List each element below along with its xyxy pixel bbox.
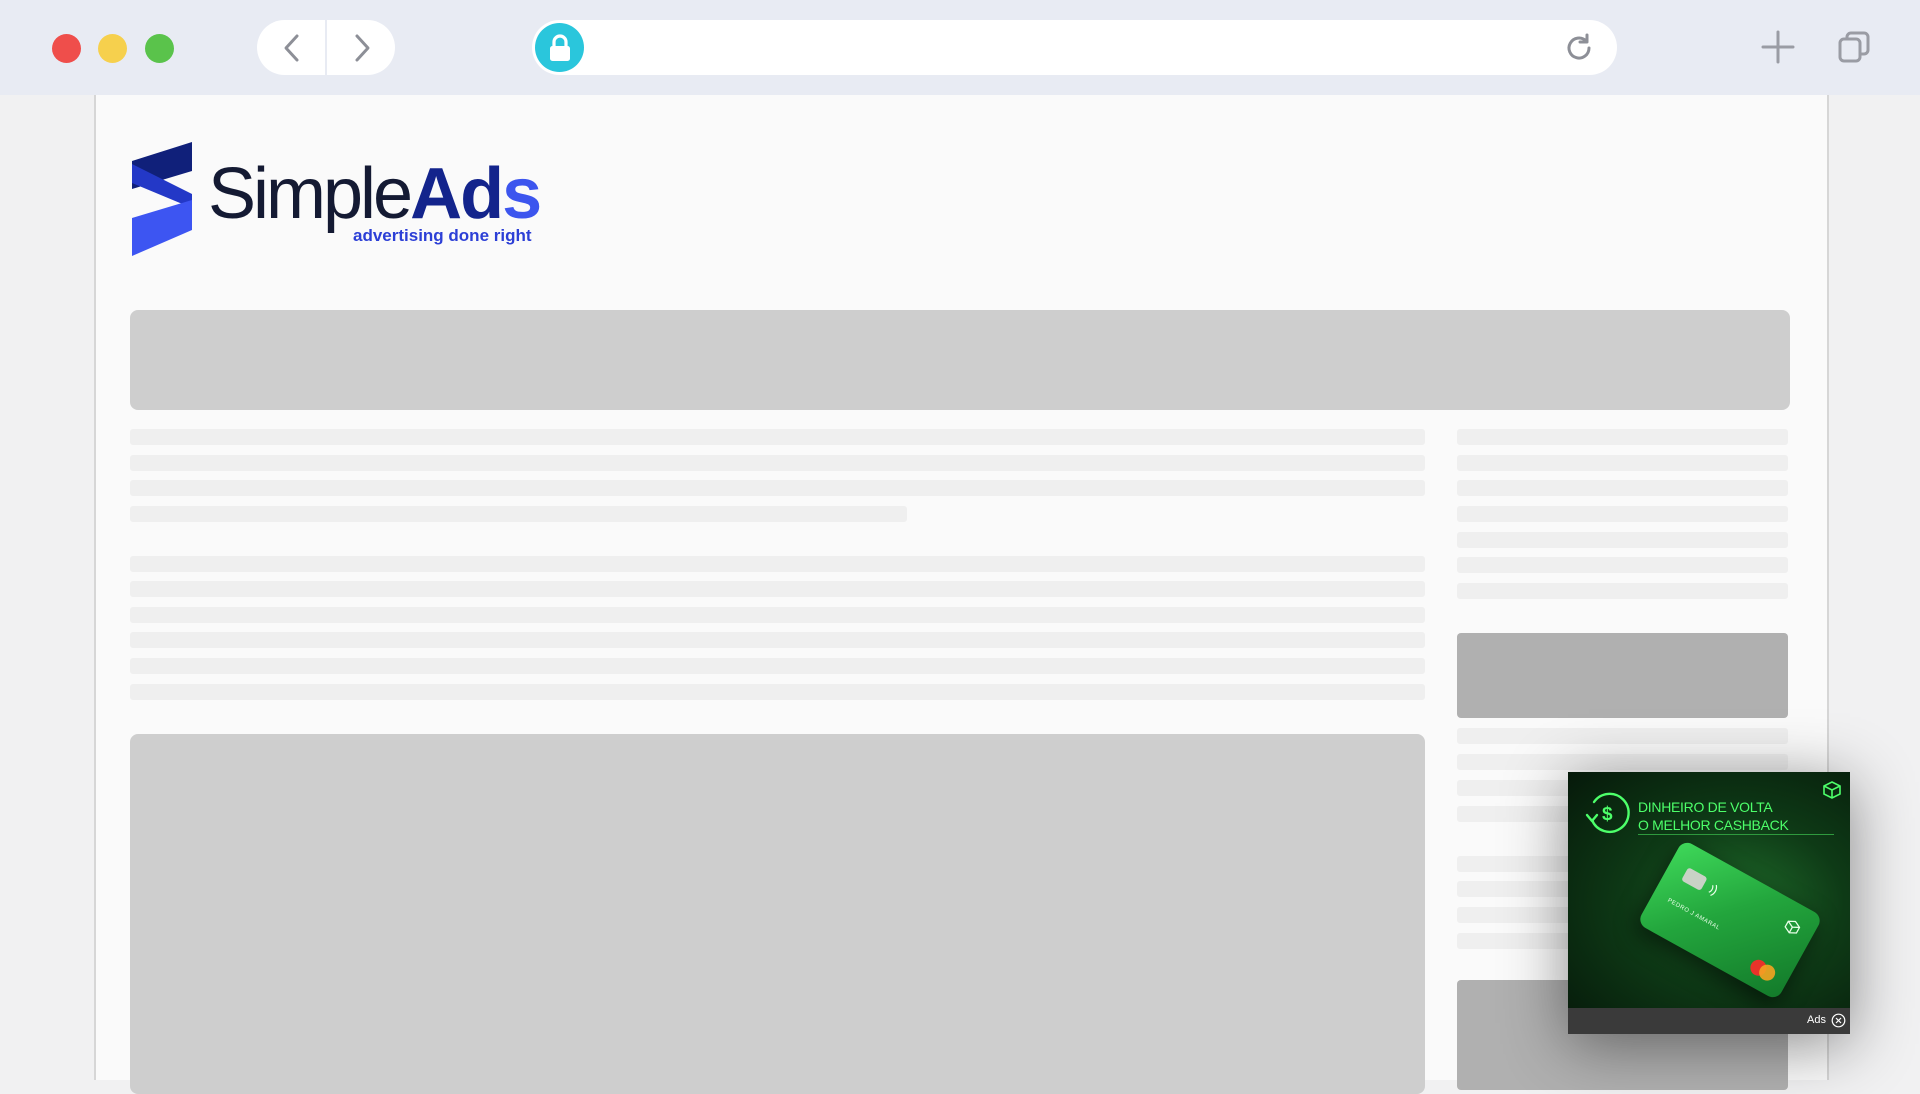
sidebar-placeholder-line — [1457, 480, 1788, 496]
ad-label: Ads — [1807, 1014, 1826, 1026]
floating-ad: $ DINHEIRO DE VOLTA O MELHOR CASHBACK PE… — [1568, 772, 1850, 1034]
text-placeholder-line — [130, 581, 1425, 597]
browser-toolbar — [0, 0, 1920, 95]
ad-divider — [1638, 834, 1834, 835]
sidebar-placeholder-line — [1457, 754, 1788, 770]
chevron-right-icon — [355, 34, 369, 61]
text-placeholder-line — [130, 632, 1425, 648]
reload-icon[interactable] — [1563, 32, 1595, 64]
sidebar-placeholder-line — [1457, 532, 1788, 548]
close-icon[interactable] — [1831, 1013, 1846, 1028]
maximize-window-button[interactable] — [145, 34, 174, 63]
mastercard-logo-icon — [1747, 956, 1779, 984]
logo-word-s: s — [502, 154, 542, 234]
close-window-button[interactable] — [52, 34, 81, 63]
simpleads-logo-icon — [132, 142, 192, 256]
text-placeholder-line — [130, 455, 1425, 471]
back-button[interactable] — [257, 20, 326, 75]
ad-headline-line2: O MELHOR CASHBACK — [1638, 817, 1789, 833]
logo-word-ad: Ad — [410, 154, 504, 234]
sidebar-placeholder-line — [1457, 583, 1788, 599]
text-placeholder-line — [130, 556, 1425, 572]
chevron-left-icon — [284, 34, 298, 61]
logo-wordmark[interactable]: SimpleAds — [208, 158, 542, 230]
logo-tagline: advertising done right — [353, 226, 532, 245]
text-placeholder-line — [130, 506, 907, 522]
sidebar-placeholder-line — [1457, 506, 1788, 522]
new-tab-icon[interactable] — [1760, 29, 1796, 65]
sidebar-placeholder-line — [1457, 429, 1788, 445]
sidebar-placeholder-line — [1457, 728, 1788, 744]
image-placeholder — [130, 734, 1425, 1094]
tabs-overview-icon[interactable] — [1836, 29, 1872, 65]
ad-creative[interactable]: $ DINHEIRO DE VOLTA O MELHOR CASHBACK PE… — [1568, 772, 1850, 1008]
ad-headline-line1: DINHEIRO DE VOLTA — [1638, 799, 1773, 815]
sidebar-placeholder-line — [1457, 557, 1788, 573]
minimize-window-button[interactable] — [98, 34, 127, 63]
contactless-icon — [1708, 884, 1718, 897]
svg-text:$: $ — [1602, 804, 1613, 825]
text-placeholder-line — [130, 607, 1425, 623]
ad-footer: Ads — [1568, 1008, 1850, 1034]
text-placeholder-line — [130, 658, 1425, 674]
card-chip — [1681, 867, 1708, 891]
text-placeholder-line — [130, 684, 1425, 700]
text-placeholder-line — [130, 429, 1425, 445]
brand-cube-icon — [1823, 781, 1841, 799]
ad-headline: DINHEIRO DE VOLTA O MELHOR CASHBACK — [1638, 798, 1789, 834]
logo-word-simple: Simple — [208, 154, 413, 234]
sidebar-placeholder-line — [1457, 455, 1788, 471]
forward-button[interactable] — [327, 20, 396, 75]
cashback-icon: $ — [1585, 792, 1630, 834]
navigation-buttons — [257, 20, 395, 75]
card-brand-cube-icon — [1784, 920, 1801, 934]
banner-placeholder — [130, 310, 1790, 410]
text-placeholder-line — [130, 480, 1425, 496]
address-bar[interactable] — [532, 20, 1617, 75]
card-holder-name: PEDRO J AMARAL — [1666, 897, 1721, 932]
lock-icon — [535, 23, 584, 72]
sidebar-image-placeholder — [1457, 633, 1788, 718]
credit-card-image: PEDRO J AMARAL — [1636, 839, 1824, 1001]
